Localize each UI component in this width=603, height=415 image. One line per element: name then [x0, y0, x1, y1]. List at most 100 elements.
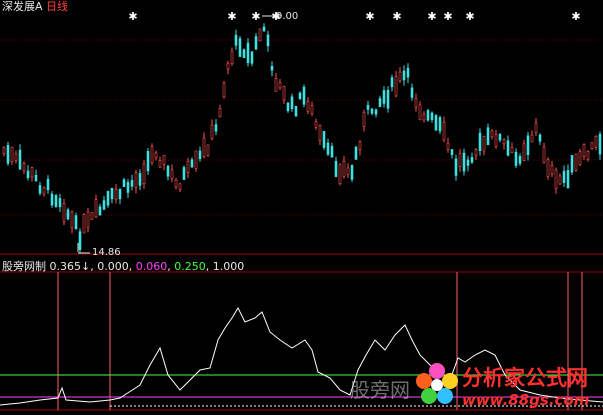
candle-body [266, 34, 270, 47]
candle-body [66, 209, 70, 220]
signal-star-marker: ✱ [365, 10, 374, 23]
candle-body [186, 160, 190, 173]
candle-body [578, 151, 582, 165]
candle-body [6, 144, 10, 164]
candle-body [418, 104, 422, 121]
candle-body [586, 151, 590, 160]
candle-body [374, 109, 378, 115]
candle-body [538, 134, 542, 142]
candle-body [202, 137, 206, 157]
candle-body [386, 89, 390, 109]
candle-body [270, 65, 274, 71]
candle-body [366, 104, 370, 110]
indicator-value-4: 0.250 [174, 260, 206, 273]
candle-body [122, 179, 126, 187]
candle-body [442, 122, 446, 141]
candle-body [98, 206, 102, 216]
candle-body [114, 189, 118, 200]
candle-body [314, 121, 318, 128]
candle-body [154, 152, 158, 159]
indicator-value-5: 1.000 [212, 260, 245, 273]
candle-body [90, 212, 94, 220]
candle-body [342, 160, 346, 177]
candle-body [590, 142, 594, 150]
high-price-label: 9.00 [276, 11, 299, 22]
candle-body [298, 92, 302, 100]
candle-body [486, 127, 490, 146]
candle-body [282, 86, 286, 101]
candle-body [414, 98, 418, 108]
candle-body [450, 149, 454, 155]
watermark-text: 股旁网 [350, 378, 410, 402]
candle-body [562, 170, 566, 183]
candle-body [470, 157, 474, 163]
candle-body [510, 147, 514, 154]
candle-body [438, 117, 442, 132]
candle-body [478, 132, 482, 151]
logo-url[interactable]: www.88gs.com [462, 391, 589, 409]
candle-body [126, 182, 130, 193]
candle-body [82, 214, 86, 234]
candle-body [490, 130, 494, 138]
candle-body [86, 211, 90, 228]
candle-body [458, 153, 462, 167]
candle-body [226, 62, 230, 70]
candle-body [546, 159, 550, 177]
signal-star-marker: ✱ [392, 10, 401, 23]
candle-body [118, 188, 122, 200]
candle-body [566, 170, 570, 189]
candle-body [250, 51, 254, 64]
candle-body [330, 145, 334, 158]
candle-body [102, 200, 106, 210]
candle-body [42, 187, 46, 195]
candle-body [190, 159, 194, 168]
candle-body [246, 42, 250, 64]
candle-body [574, 153, 578, 171]
candle-body [398, 71, 402, 82]
candle-body [318, 125, 322, 141]
candle-body [210, 124, 214, 139]
signal-star-marker: ✱ [128, 10, 137, 23]
candle-body [322, 131, 326, 148]
signal-star-marker: ✱ [227, 10, 236, 23]
candle-body [22, 163, 26, 172]
candle-body [338, 164, 342, 184]
period-label[interactable]: 日线 [46, 0, 68, 13]
candle-body [554, 169, 558, 190]
candle-body [502, 139, 506, 145]
candle-body [58, 198, 62, 208]
indicator-value-3: 0.060 [135, 260, 168, 273]
candle-body [550, 164, 554, 175]
candle-body [94, 199, 98, 218]
candle-body [78, 231, 82, 250]
candle-body [54, 195, 58, 207]
candle-body [506, 140, 510, 156]
signal-star-marker: ✱ [443, 10, 452, 23]
candle-body [582, 144, 586, 157]
candle-body [346, 167, 350, 176]
candle-body [182, 167, 186, 180]
candle-body [230, 50, 234, 64]
chart-title: 深发展A 日线 [2, 1, 68, 13]
candle-body [174, 179, 178, 188]
candle-body [106, 191, 110, 206]
candle-body [194, 150, 198, 169]
candle-body [370, 108, 374, 114]
candle-body [482, 135, 486, 152]
candle-body [306, 101, 310, 112]
candle-body [146, 151, 150, 172]
candle-body [134, 172, 138, 188]
candle-body [570, 155, 574, 173]
candle-body [294, 106, 298, 117]
candle-body [218, 108, 222, 118]
stock-chart[interactable]: ✱ ✱ ✱ ✱ ✱ ✱ ✱ ✱ ✱ ✱ [0, 0, 603, 415]
chart-stage: ✱ ✱ ✱ ✱ ✱ ✱ ✱ ✱ ✱ ✱ 深发展A 日线 9.00 14.86 股… [0, 0, 603, 415]
candle-body [50, 193, 54, 206]
candle-body [326, 142, 330, 155]
candle-body [150, 145, 154, 164]
candle-body [206, 144, 210, 156]
indicator-name[interactable]: 股旁网制 [2, 260, 46, 273]
candle-body [422, 113, 426, 121]
candle-body [594, 135, 598, 148]
candle-body [258, 28, 262, 42]
